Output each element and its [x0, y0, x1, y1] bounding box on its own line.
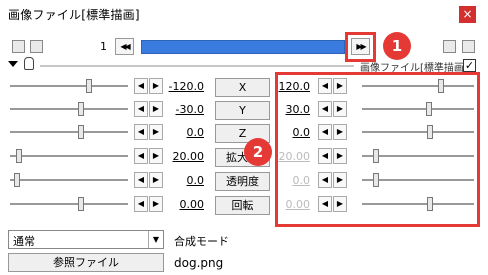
- left-slider[interactable]: [10, 125, 128, 139]
- left-slider[interactable]: [10, 197, 128, 211]
- start-value[interactable]: -30.0: [164, 103, 204, 116]
- increment-button[interactable]: ▶: [149, 78, 163, 94]
- prev-keyframe-button[interactable]: ◀◀: [115, 38, 134, 55]
- slider-thumb[interactable]: [78, 102, 85, 116]
- decrement-button[interactable]: ◀: [134, 196, 148, 212]
- collapse-caret-icon[interactable]: [8, 61, 18, 67]
- param-name-button[interactable]: X: [215, 78, 270, 97]
- browse-file-button[interactable]: 参照ファイル: [8, 253, 164, 272]
- annotation-badge-2: 2: [244, 138, 272, 166]
- blend-mode-value: 通常: [13, 235, 35, 248]
- decrement-button[interactable]: ◀: [134, 78, 148, 94]
- increment-button[interactable]: ▶: [149, 124, 163, 140]
- seek-bar[interactable]: [141, 40, 345, 54]
- header-line: [40, 65, 354, 67]
- left-slider[interactable]: [10, 173, 128, 187]
- slider-track: [10, 203, 128, 205]
- decrement-button[interactable]: ◀: [134, 101, 148, 117]
- blend-mode-select[interactable]: 通常 ▼: [8, 230, 164, 249]
- refresh-icon[interactable]: [443, 40, 456, 53]
- increment-button[interactable]: ▶: [149, 101, 163, 117]
- slider-track: [10, 131, 128, 133]
- left-slider[interactable]: [10, 102, 128, 116]
- param-name-button[interactable]: 回転: [215, 196, 270, 215]
- plus-icon[interactable]: [462, 40, 475, 53]
- prev-icon: ◀◀: [120, 42, 130, 51]
- start-value[interactable]: 0.00: [164, 198, 205, 211]
- highlight-box-1: [345, 32, 376, 62]
- frame-number: 1: [100, 40, 107, 53]
- image-icon[interactable]: [30, 40, 43, 53]
- enable-checkbox[interactable]: ✓: [463, 59, 476, 72]
- film-icon[interactable]: [12, 40, 25, 53]
- increment-button[interactable]: ▶: [149, 196, 163, 212]
- slider-track: [10, 155, 128, 157]
- slider-thumb[interactable]: [86, 79, 93, 93]
- start-value[interactable]: -120.0: [164, 80, 204, 93]
- slider-track: [10, 179, 128, 181]
- file-name: dog.png: [174, 256, 224, 270]
- left-slider[interactable]: [10, 79, 128, 93]
- title-bar: 画像ファイル[標準描画] ×: [0, 0, 488, 30]
- window-title: 画像ファイル[標準描画]: [8, 8, 140, 22]
- chevron-down-icon[interactable]: ▼: [148, 231, 163, 248]
- start-value[interactable]: 20.00: [164, 150, 205, 163]
- annotation-badge-1: 1: [383, 32, 411, 60]
- left-slider[interactable]: [10, 149, 128, 163]
- slider-thumb[interactable]: [14, 173, 21, 187]
- slider-thumb[interactable]: [15, 149, 22, 163]
- slider-track: [10, 85, 128, 87]
- start-value[interactable]: 0.0: [164, 126, 205, 139]
- slider-thumb[interactable]: [78, 125, 85, 139]
- slider-thumb[interactable]: [78, 197, 85, 211]
- increment-button[interactable]: ▶: [149, 172, 163, 188]
- highlight-box-2: [275, 72, 480, 227]
- close-button[interactable]: ×: [459, 6, 476, 23]
- start-value[interactable]: 0.0: [164, 174, 205, 187]
- increment-button[interactable]: ▶: [149, 148, 163, 164]
- slider-track: [10, 108, 128, 110]
- lock-icon[interactable]: [24, 57, 34, 70]
- decrement-button[interactable]: ◀: [134, 148, 148, 164]
- blend-mode-label: 合成モード: [174, 235, 229, 248]
- param-name-button[interactable]: 透明度: [215, 172, 270, 191]
- param-name-button[interactable]: Y: [215, 101, 270, 120]
- decrement-button[interactable]: ◀: [134, 124, 148, 140]
- decrement-button[interactable]: ◀: [134, 172, 148, 188]
